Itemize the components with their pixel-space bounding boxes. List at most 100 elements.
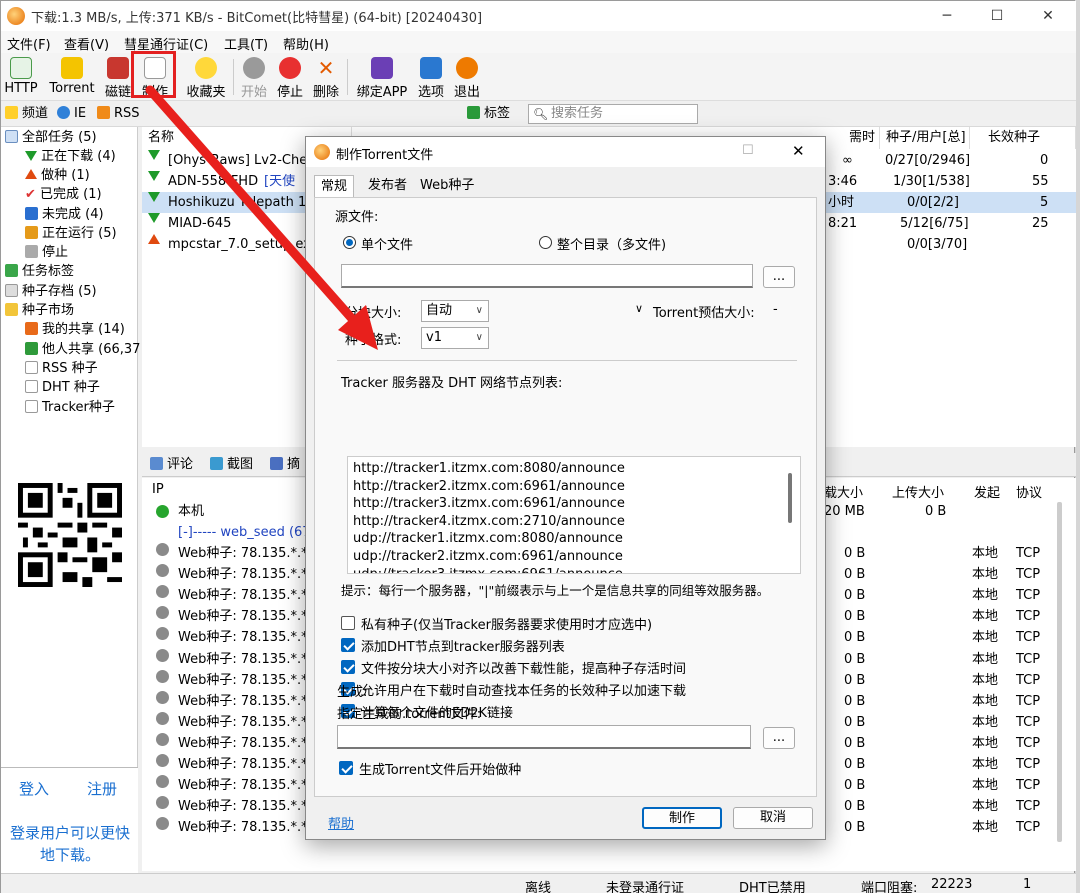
- cancel-button[interactable]: 取消: [733, 807, 813, 829]
- http-button[interactable]: HTTP: [3, 55, 39, 99]
- single-file-radio[interactable]: [343, 236, 356, 249]
- sidebar-item-rss[interactable]: RSS 种子: [25, 360, 98, 378]
- sidebar-item-downloading[interactable]: 正在下载 (4): [25, 148, 116, 166]
- dialog-close-button[interactable]: ✕: [792, 142, 805, 160]
- col-ip[interactable]: IP: [152, 482, 164, 497]
- maximize-button[interactable]: ☐: [974, 1, 1020, 31]
- sidebar-item-all[interactable]: 全部任务 (5): [5, 129, 97, 147]
- options-button[interactable]: 选项: [415, 55, 447, 100]
- dht-icon: [25, 380, 38, 393]
- output-file-label: 指定生成的.torrent文件:: [337, 707, 482, 722]
- tab-general[interactable]: 常规: [314, 175, 355, 199]
- chevron-down-icon[interactable]: ∨: [635, 302, 643, 315]
- tag-icon: [5, 264, 18, 277]
- option-label: 允许用户在下载时自动查找本任务的长效种子以加速下载: [361, 684, 687, 699]
- ie-icon: [57, 106, 70, 119]
- seed-after-label: 生成Torrent文件后开始做种: [359, 763, 522, 778]
- register-link[interactable]: 注册: [87, 778, 117, 799]
- tab-webseed[interactable]: Web种子: [414, 175, 480, 197]
- col-proto[interactable]: 协议: [1016, 482, 1042, 501]
- rss-tab[interactable]: RSS: [97, 105, 140, 123]
- piece-size-select[interactable]: 自动 ∨: [421, 300, 489, 322]
- col-init[interactable]: 发起: [974, 482, 1000, 501]
- option-checkbox[interactable]: [341, 616, 355, 630]
- tag-icon: [467, 106, 480, 119]
- sidebar-item-archive[interactable]: 种子存档 (5): [5, 283, 97, 301]
- tab-comment[interactable]: 评论: [150, 456, 193, 474]
- menu-tools[interactable]: 工具(T): [224, 34, 268, 53]
- close-button[interactable]: ✕: [1025, 1, 1071, 31]
- tab-screenshot[interactable]: 截图: [210, 456, 253, 474]
- sidebar-item-tags[interactable]: 任务标签: [5, 263, 74, 281]
- play-icon: [243, 57, 265, 79]
- sidebar-item-dht[interactable]: DHT 种子: [25, 379, 100, 397]
- magnet-icon: [107, 57, 129, 79]
- login-link[interactable]: 登入: [19, 778, 49, 799]
- col-remain[interactable]: 需时: [828, 127, 880, 149]
- stop-button[interactable]: 停止: [275, 55, 305, 100]
- sidebar-item-myshare[interactable]: 我的共享 (14): [25, 321, 125, 339]
- menu-help[interactable]: 帮助(H): [283, 34, 329, 53]
- bind-app-button[interactable]: 绑定APP: [353, 55, 411, 100]
- sidebar-item-running[interactable]: 正在运行 (5): [25, 225, 117, 243]
- exit-button[interactable]: 退出: [451, 55, 483, 100]
- source-browse-button[interactable]: ...: [763, 266, 795, 288]
- all-tasks-icon: [5, 130, 18, 143]
- options-icon: [420, 57, 442, 79]
- menu-file[interactable]: 文件(F): [7, 34, 51, 53]
- login-promo-text[interactable]: 登录用户可以更快地下载。: [5, 822, 135, 866]
- status-count: 1: [1023, 877, 1032, 892]
- col-seeds[interactable]: 种子/用户[总]: [880, 127, 970, 149]
- help-link[interactable]: 帮助: [328, 813, 354, 832]
- sidebar-item-seeding[interactable]: 做种 (1): [25, 167, 90, 185]
- dialog-maximize-button[interactable]: ☐: [742, 143, 754, 158]
- col-ul-size[interactable]: 上传大小: [892, 482, 944, 501]
- chevron-down-icon: ∨: [475, 305, 483, 316]
- make-button[interactable]: 制作: [642, 807, 722, 829]
- sidebar-item-completed[interactable]: ✔ 已完成 (1): [25, 186, 102, 204]
- share-icon: [25, 322, 38, 335]
- output-path-input[interactable]: [337, 725, 751, 749]
- rss-icon: [97, 106, 110, 119]
- col-long-seeds[interactable]: 长效种子: [970, 127, 1076, 149]
- sidebar-item-incomplete[interactable]: 未完成 (4): [25, 206, 104, 224]
- seed-after-checkbox[interactable]: [339, 761, 353, 775]
- option-label: 文件按分块大小对齐以改善下载性能，提高种子存活时间: [361, 662, 687, 677]
- source-path-input[interactable]: [341, 264, 753, 288]
- archive-icon: [5, 284, 18, 297]
- minimize-button[interactable]: ─: [924, 1, 970, 31]
- running-icon: [25, 226, 38, 239]
- upload-arrow-icon: [148, 234, 160, 244]
- folder-icon: [5, 303, 18, 316]
- magnet-button[interactable]: 磁链: [103, 55, 133, 100]
- option-checkbox[interactable]: [341, 638, 355, 652]
- tab-summary[interactable]: 摘: [270, 456, 300, 474]
- tab-publisher[interactable]: 发布者: [362, 175, 413, 197]
- sidebar-item-market[interactable]: 种子市场: [5, 302, 74, 320]
- status-offline: 离线: [525, 881, 552, 893]
- sidebar-item-stopped[interactable]: 停止: [25, 244, 68, 262]
- ie-tab[interactable]: IE: [57, 105, 86, 123]
- output-browse-button[interactable]: ...: [763, 727, 795, 749]
- option-checkbox[interactable]: [341, 660, 355, 674]
- tracker-line: udp://tracker2.itzmx.com:6961/announce: [353, 549, 623, 564]
- delete-button[interactable]: ✕ 删除: [311, 55, 341, 100]
- peer-face-icon: [156, 690, 169, 704]
- folder-radio[interactable]: [539, 236, 552, 249]
- tracker-list-textarea[interactable]: http://tracker1.itzmx.com:8080/announce h…: [347, 456, 801, 574]
- torrent-button[interactable]: Torrent: [45, 55, 99, 99]
- search-input[interactable]: 搜索任务: [528, 104, 698, 124]
- peer-face-icon: [156, 648, 169, 662]
- favorites-button[interactable]: 收藏夹: [183, 55, 229, 100]
- sidebar-item-othershare[interactable]: 他人共享 (66,37: [25, 341, 140, 359]
- tags-button[interactable]: 标签: [467, 105, 510, 123]
- status-pass[interactable]: 未登录通行证: [606, 877, 684, 893]
- scrollbar[interactable]: [788, 473, 792, 523]
- menu-view[interactable]: 查看(V): [64, 34, 109, 53]
- start-button[interactable]: 开始: [239, 55, 269, 100]
- col-dl-size[interactable]: 载大小: [824, 482, 863, 501]
- format-select[interactable]: v1 ∨: [421, 327, 489, 349]
- channel-tab[interactable]: 频道: [5, 105, 48, 123]
- tracker-line: http://tracker3.itzmx.com:6961/announce: [353, 496, 625, 512]
- sidebar-item-tracker[interactable]: Tracker种子: [25, 399, 115, 417]
